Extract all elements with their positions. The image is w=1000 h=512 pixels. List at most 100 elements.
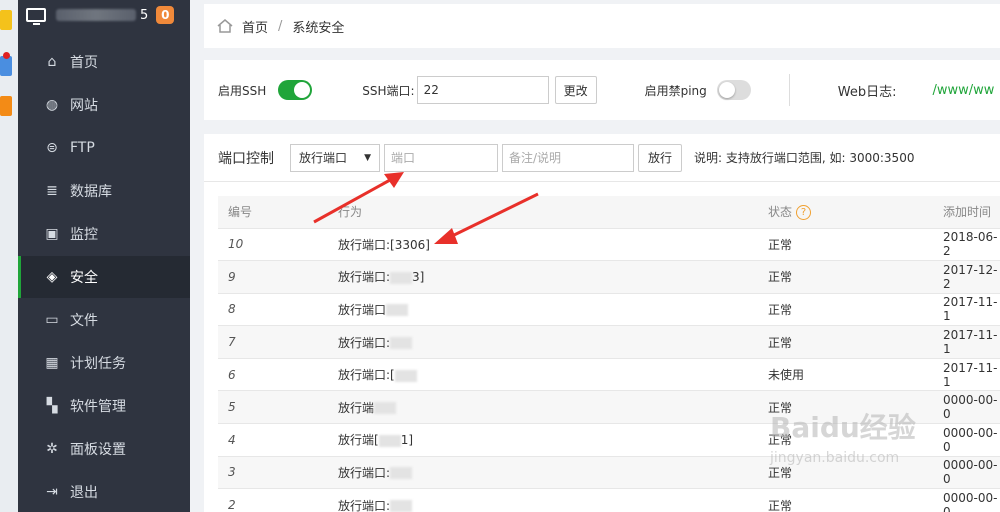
row-id-cell: 3 xyxy=(218,456,338,489)
shield-icon: ◈ xyxy=(46,269,58,285)
sidebar-item[interactable]: ⊜ FTP xyxy=(18,127,190,169)
row-time-cell: 2017-11-1 xyxy=(943,293,1000,326)
sidebar-item-label: 软件管理 xyxy=(70,399,126,415)
row-id: 8 xyxy=(228,302,236,317)
row-status-cell: 正常 xyxy=(768,261,943,294)
ssh-port-label: SSH端口: xyxy=(362,83,415,98)
row-time: 2017-11-1 xyxy=(943,295,998,324)
port-input[interactable]: 端口 xyxy=(384,143,498,172)
watermark-sub: jingyan.baidu.com xyxy=(770,450,900,466)
row-time-cell: 0000-00-0 xyxy=(943,424,1000,457)
blurred-port xyxy=(390,271,413,284)
allow-port-button[interactable]: 放行 xyxy=(638,143,682,172)
grid-icon: ▚ xyxy=(46,398,58,414)
sidebar-item-label: 退出 xyxy=(70,485,98,501)
row-id: 9 xyxy=(228,269,236,284)
row-time-cell: 0000-00-0 xyxy=(943,391,1000,424)
ssh-port-input[interactable]: 22 xyxy=(416,76,549,104)
row-status: 正常 xyxy=(768,237,793,252)
globe-icon: ◍ xyxy=(45,97,59,113)
sidebar-item[interactable]: ≣ 数据库 xyxy=(18,170,190,212)
blurred-port xyxy=(394,369,417,382)
col-id-header: 编号 xyxy=(228,205,253,220)
row-action: 放行端口:[ xyxy=(338,368,395,383)
sidebar-item-label: 网站 xyxy=(70,98,98,114)
port-note: 说明: 支持放行端口范围, 如: 3000:3500 xyxy=(694,151,915,165)
remark-input[interactable]: 备注/说明 xyxy=(502,143,634,172)
sidebar-item[interactable]: ▚ 软件管理 xyxy=(18,385,190,427)
breadcrumb-home[interactable]: 首页 xyxy=(242,17,268,36)
row-id-cell: 9 xyxy=(218,261,338,294)
calendar-icon: ▦ xyxy=(45,355,59,371)
row-id: 6 xyxy=(228,367,236,382)
launcher-strip xyxy=(0,0,18,512)
select-value: 放行端口 xyxy=(299,151,348,165)
table-row: 6 放行端口:[未使用 2017-11-1 xyxy=(218,358,1000,391)
change-port-button[interactable]: 更改 xyxy=(554,76,597,104)
row-action-cell: 放行端口: xyxy=(338,326,768,359)
server-name-blurred xyxy=(56,9,136,21)
row-action-suffix: 3] xyxy=(412,270,425,285)
breadcrumb-current: 系统安全 xyxy=(292,20,345,36)
sidebar-item[interactable]: ◍ 网站 xyxy=(18,84,190,126)
row-action-cell: 放行端口: xyxy=(338,456,768,489)
row-status-cell: 正常 xyxy=(768,228,943,261)
sidebar-item[interactable]: ▣ 监控 xyxy=(18,213,190,255)
row-status: 正常 xyxy=(768,270,793,285)
breadcrumb: 首页 / 系统安全 xyxy=(204,4,1000,48)
sidebar-item-label: 文件 xyxy=(70,313,98,329)
monitor-icon: ▣ xyxy=(45,226,59,242)
web-log-label: Web日志: xyxy=(837,84,897,100)
rule-type-select[interactable]: 放行端口 ▼ xyxy=(290,143,380,172)
port-control-header: 端口控制 放行端口 ▼ 端口 备注/说明 放行 说明: 支持放行端口范围, 如:… xyxy=(204,134,1000,182)
row-action-cell: 放行端口: 3] xyxy=(338,261,768,294)
notification-dot xyxy=(3,52,10,59)
weibo-icon[interactable] xyxy=(0,96,12,116)
home-icon[interactable] xyxy=(216,18,234,34)
database-icon: ≣ xyxy=(46,183,58,199)
sidebar-item[interactable]: ▦ 计划任务 xyxy=(18,342,190,384)
server-header: 5 0 xyxy=(18,0,190,30)
star-icon[interactable] xyxy=(0,10,12,30)
row-status-cell: 正常 xyxy=(768,293,943,326)
row-id: 10 xyxy=(228,237,244,252)
sidebar-item[interactable]: ✲ 面板设置 xyxy=(18,428,190,470)
sidebar-item[interactable]: ⌂ 首页 xyxy=(18,41,190,83)
folder-icon: ▭ xyxy=(45,312,59,328)
row-action: 放行端 xyxy=(338,400,375,415)
gear-icon: ✲ xyxy=(46,441,58,457)
row-time: 2017-12-2 xyxy=(943,262,998,291)
row-action: 放行端口:[3306] xyxy=(338,237,430,252)
row-time-cell: 2017-11-1 xyxy=(943,326,1000,359)
row-id-cell: 7 xyxy=(218,326,338,359)
web-log-path[interactable]: /www/ww xyxy=(933,83,995,98)
table-row: 9 放行端口: 3] 正常 2017-12-2 xyxy=(218,260,1000,294)
help-icon[interactable]: ? xyxy=(796,205,812,221)
ftp-icon: ⊜ xyxy=(46,140,58,156)
app-icon[interactable] xyxy=(0,56,12,76)
logout-icon: ⇥ xyxy=(46,484,58,500)
row-id-cell: 5 xyxy=(218,391,338,424)
sidebar-item[interactable]: ▭ 文件 xyxy=(18,299,190,341)
row-id: 4 xyxy=(228,432,236,447)
blurred-port xyxy=(390,337,413,350)
sidebar-item[interactable]: ⇥ 退出 xyxy=(18,471,190,512)
sidebar-item-label: 面板设置 xyxy=(70,442,126,458)
row-status: 正常 xyxy=(768,302,793,317)
sidebar-item-label: 监控 xyxy=(70,227,98,243)
row-action-cell: 放行端口:[3306] xyxy=(338,228,768,261)
blurred-port xyxy=(386,304,409,317)
sidebar-item[interactable]: ◈ 安全 xyxy=(18,256,190,298)
row-action-cell: 放行端口:[ xyxy=(338,358,768,391)
table-row: 8 放行端口 正常 2017-11-1 xyxy=(218,293,1000,326)
row-time: 2017-11-1 xyxy=(943,360,998,389)
row-time-cell: 2017-12-2 xyxy=(943,261,1000,294)
row-status-cell: 正常 xyxy=(768,326,943,359)
ssh-toggle[interactable] xyxy=(278,80,313,100)
row-time: 0000-00-0 xyxy=(943,393,998,422)
col-time-header: 添加时间 xyxy=(943,205,992,220)
ping-toggle[interactable] xyxy=(716,80,751,100)
message-badge[interactable]: 0 xyxy=(156,6,175,24)
table-row: 7 放行端口: 正常 2017-11-1 xyxy=(218,325,1000,359)
sidebar-item-label: FTP xyxy=(70,140,95,156)
